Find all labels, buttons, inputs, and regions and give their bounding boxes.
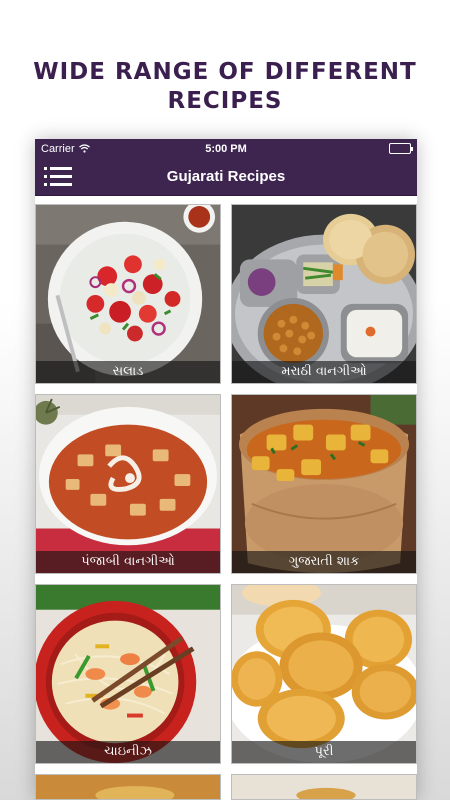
category-tile-partial-right[interactable]: [231, 774, 417, 800]
category-tile-marathi[interactable]: મરાઠી વાનગીઓ: [231, 204, 417, 384]
battery-icon: [389, 143, 413, 154]
category-tile-salad[interactable]: સલાડ: [35, 204, 221, 384]
page-title: Gujarati Recipes: [166, 168, 286, 185]
puri-image: [232, 585, 416, 763]
category-label: મરાઠી વાનગીઓ: [232, 361, 416, 383]
category-tile-partial-left[interactable]: [35, 774, 221, 800]
partial-dish-image: [36, 775, 220, 799]
category-label: ગુજરાતી શાક: [232, 551, 416, 573]
category-tile-chinese[interactable]: ચાઇનીઝ: [35, 584, 221, 764]
salad-image: [36, 205, 220, 383]
paneer-curry-image: [36, 395, 220, 573]
status-bar: Carrier 5:00 PM: [35, 139, 417, 158]
noodles-image: [36, 585, 220, 763]
marathi-thali-image: [232, 205, 416, 383]
category-tile-punjabi[interactable]: પંજાબી વાનગીઓ: [35, 394, 221, 574]
potato-curry-image: [232, 395, 416, 573]
category-label: ચાઇનીઝ: [36, 741, 220, 763]
category-label: પંજાબી વાનગીઓ: [36, 551, 220, 573]
category-label: સલાડ: [36, 361, 220, 383]
category-tile-gujarati-shaak[interactable]: ગુજરાતી શાક: [231, 394, 417, 574]
app-navbar: Gujarati Recipes: [35, 158, 417, 196]
category-label: પૂરી: [232, 741, 416, 763]
hamburger-menu-icon[interactable]: [44, 165, 72, 187]
partial-dish-image: [232, 775, 416, 799]
phone-screen: Carrier 5:00 PM Gujarati Recipes સલાડ મર…: [35, 139, 417, 800]
recipe-category-grid: સલાડ મરાઠી વાનગીઓ પંજાબી વાનગીઓ ગુજરાતી …: [35, 196, 417, 800]
category-tile-puri[interactable]: પૂરી: [231, 584, 417, 764]
promo-headline: WIDE RANGE OF DIFFERENT RECIPES: [0, 58, 450, 116]
status-time: 5:00 PM: [205, 142, 247, 155]
promo-headline-text: WIDE RANGE OF DIFFERENT RECIPES: [33, 59, 417, 114]
